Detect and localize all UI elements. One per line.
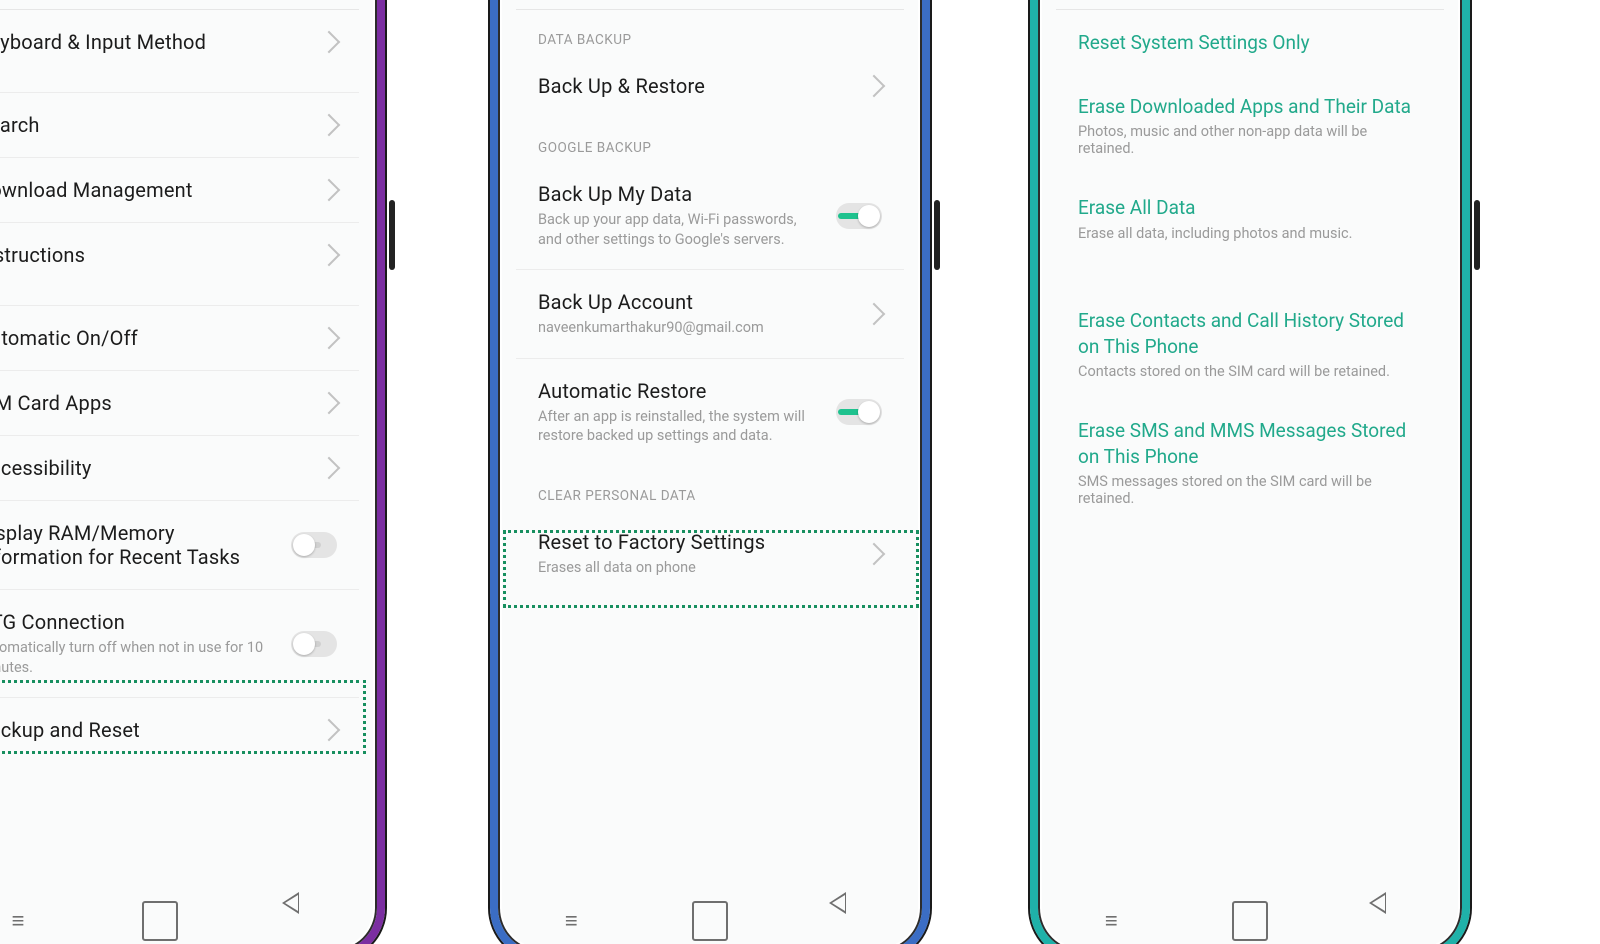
row-accessibility[interactable]: Accessibility [0,435,359,500]
chevron-right-icon [863,542,886,565]
row-keyboard-input[interactable]: Keyboard & Input Method [0,10,359,74]
screen-mid: 10:25 ← Back Up and Reset DATA BACKUP Ba… [502,0,918,944]
screen-right: 10:31 ← Reset to Factory Settings Reset … [1042,0,1458,944]
power-button [934,200,940,270]
row-backup-my-data[interactable]: Back Up My DataBack up your app data, Wi… [516,162,904,269]
chevron-right-icon [318,327,341,350]
chevron-right-icon [863,75,886,98]
header-bar: ← Additional Settings [0,0,359,10]
opt-erase-sms[interactable]: Erase SMS and MMS Messages Stored on Thi… [1056,398,1444,525]
opt-reset-system[interactable]: Reset System Settings Only [1056,10,1444,74]
chevron-right-icon [318,179,341,202]
reset-options: Reset System Settings Only Erase Downloa… [1042,10,1458,525]
power-button [389,200,395,270]
nav-recent-icon[interactable]: ≡ [1093,903,1129,939]
row-display-ram[interactable]: Display RAM/Memory Information for Recen… [0,500,359,589]
opt-erase-all[interactable]: Erase All DataErase all data, including … [1056,175,1444,260]
nav-back-icon[interactable] [284,903,320,939]
chevron-right-icon [863,303,886,326]
nav-bar: ≡ [1042,894,1458,944]
chevron-right-icon [318,244,341,267]
toggle-backup-my-data[interactable] [836,203,882,229]
row-automatic-restore[interactable]: Automatic RestoreAfter an app is reinsta… [516,358,904,466]
header-bar: ← Reset to Factory Settings [1056,0,1444,10]
section-google-backup: GOOGLE BACKUP [538,140,882,156]
row-sim-card-apps[interactable]: SIM Card Apps [0,370,359,435]
phone-right: 10:31 ← Reset to Factory Settings Reset … [1030,0,1470,944]
row-automatic-onoff[interactable]: Automatic On/Off [0,305,359,370]
phone-left: ← Additional Settings Keyboard & Input M… [0,0,385,944]
opt-erase-downloaded[interactable]: Erase Downloaded Apps and Their DataPhot… [1056,74,1444,176]
phone-mid: 10:25 ← Back Up and Reset DATA BACKUP Ba… [490,0,930,944]
chevron-right-icon [318,392,341,415]
chevron-right-icon [318,114,341,137]
row-backup-account[interactable]: Back Up Accountnaveenkumarthakur90@gmail… [516,269,904,358]
section-data-backup: DATA BACKUP [538,32,882,48]
nav-home-icon[interactable] [142,903,178,939]
nav-home-icon[interactable] [1232,903,1268,939]
nav-recent-icon[interactable]: ≡ [0,903,36,939]
chevron-right-icon [318,457,341,480]
opt-erase-contacts[interactable]: Erase Contacts and Call History Stored o… [1056,288,1444,398]
toggle-automatic-restore[interactable] [836,399,882,425]
row-backup-reset[interactable]: Backup and Reset [0,697,359,762]
screen-left: ← Additional Settings Keyboard & Input M… [0,0,373,944]
power-button [1474,200,1480,270]
nav-bar: ≡ [502,894,918,944]
row-instructions[interactable]: Instructions [0,222,359,287]
toggle-otg[interactable] [291,631,337,657]
nav-back-icon[interactable] [831,903,867,939]
toggle-display-ram[interactable] [291,532,337,558]
row-backup-restore[interactable]: Back Up & Restore [516,54,904,118]
row-download-management[interactable]: Download Management [0,157,359,222]
chevron-right-icon [318,719,341,742]
row-otg-connection[interactable]: OTG ConnectionAutomatically turn off whe… [0,589,359,697]
header-bar: ← Back Up and Reset [516,0,904,10]
nav-recent-icon[interactable]: ≡ [553,903,589,939]
chevron-right-icon [318,31,341,54]
nav-back-icon[interactable] [1371,903,1407,939]
row-factory-reset[interactable]: Reset to Factory SettingsErases all data… [516,510,904,598]
settings-list: Keyboard & Input Method Search Download … [0,10,373,762]
section-clear-personal: CLEAR PERSONAL DATA [538,488,882,504]
nav-home-icon[interactable] [692,903,728,939]
row-search[interactable]: Search [0,92,359,157]
backup-list: DATA BACKUP Back Up & Restore GOOGLE BAC… [502,32,918,597]
nav-bar: ≡ [0,894,373,944]
